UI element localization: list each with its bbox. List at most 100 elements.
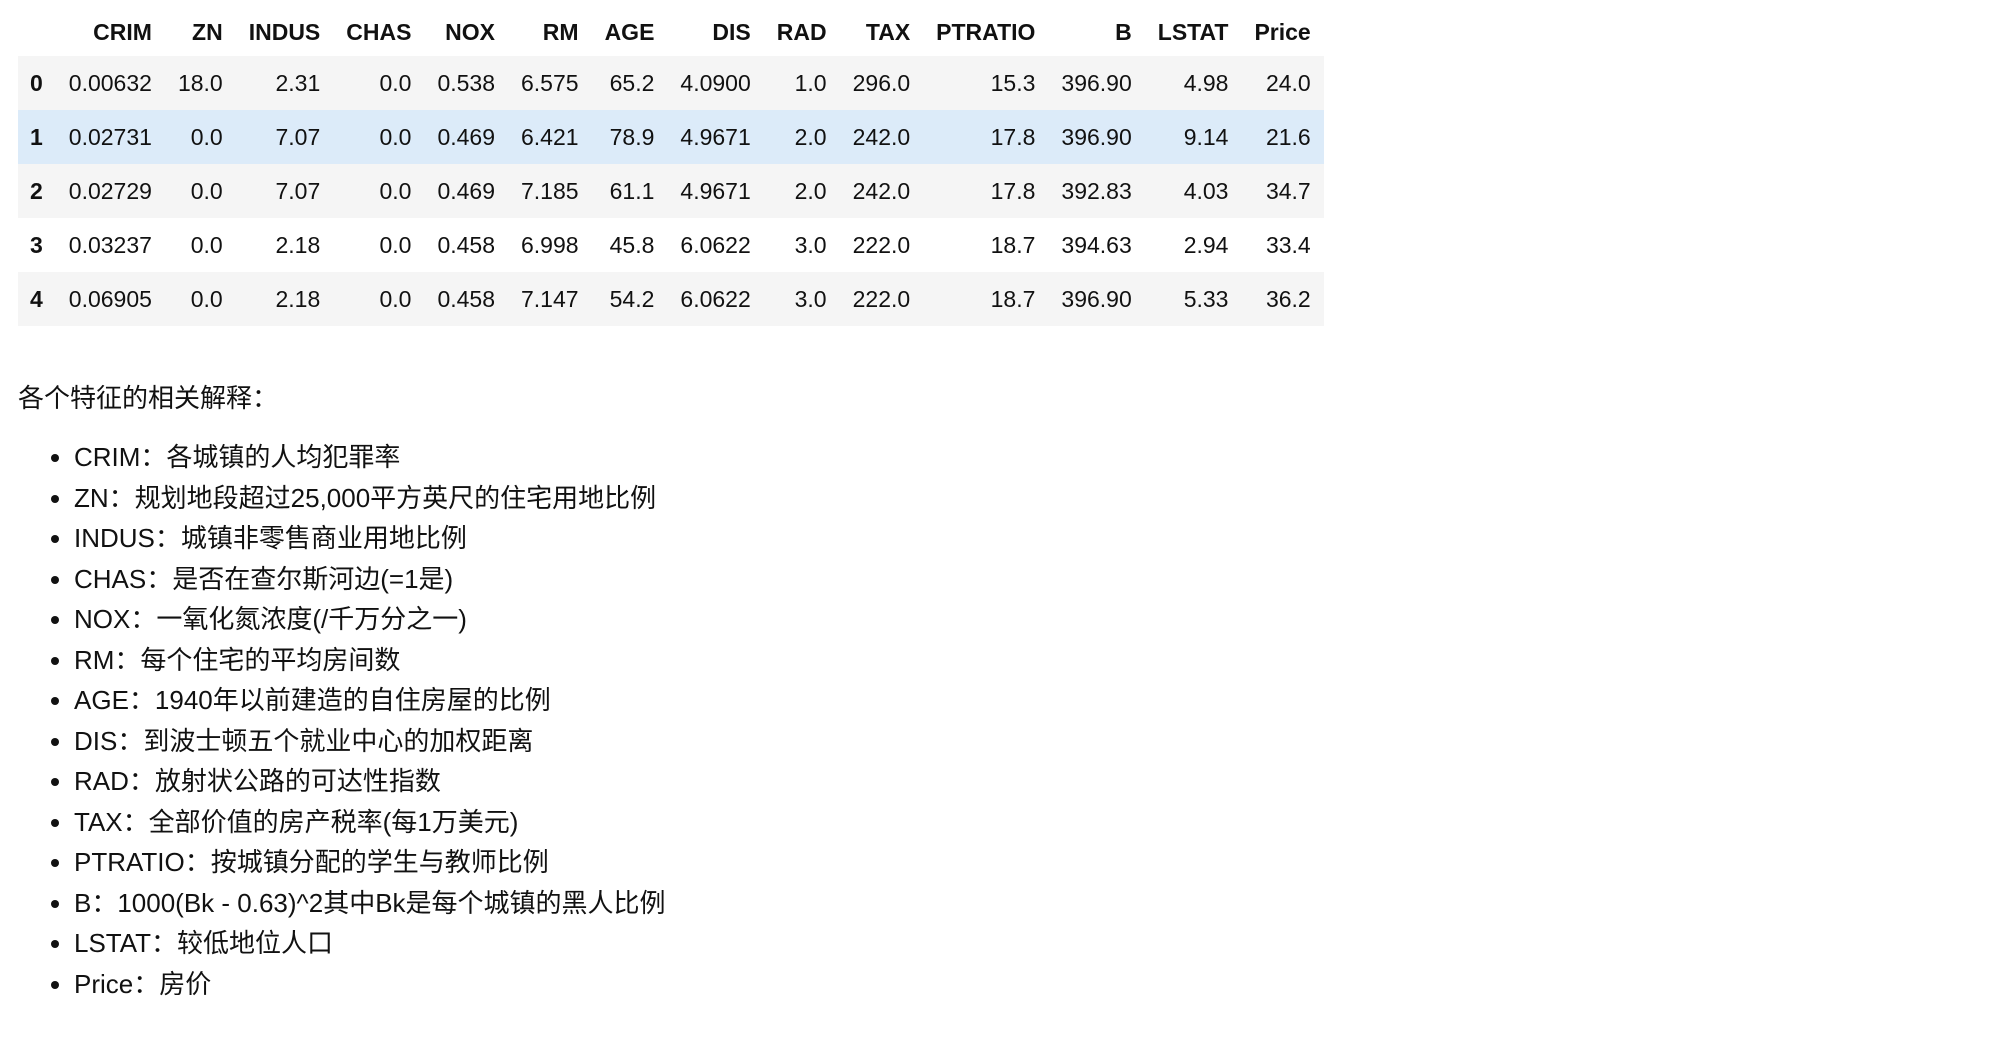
table-cell: 5.33: [1183, 285, 1229, 312]
column-header: CRIM: [93, 18, 152, 45]
feature-item: NOX：一氧化氮浓度(/千万分之一): [74, 599, 2004, 640]
feature-list: CRIM：各城镇的人均犯罪率 ZN：规划地段超过25,000平方英尺的住宅用地比…: [18, 437, 2004, 1004]
table-cell: 396.90: [1061, 69, 1132, 96]
table-cell: 2.0: [794, 123, 827, 150]
table-cell: 0.02729: [68, 177, 152, 204]
table-header: CRIM ZN INDUS CHAS NOX RM AGE DIS RAD TA…: [18, 8, 1324, 56]
table-cell: 6.0622: [680, 285, 751, 312]
table-cell: 0.0: [379, 285, 412, 312]
table-cell: 396.90: [1061, 123, 1132, 150]
table-cell: 18.0: [177, 69, 223, 96]
table-cell: 4.98: [1183, 69, 1229, 96]
table-cell: 78.9: [609, 123, 655, 150]
table-cell: 36.2: [1265, 285, 1311, 312]
table-cell: 6.998: [521, 231, 579, 258]
table-row: 3 0.03237 0.0 2.18 0.0 0.458 6.998 45.8 …: [18, 218, 1324, 272]
table-cell: 21.6: [1265, 123, 1311, 150]
table-cell: 396.90: [1061, 285, 1132, 312]
feature-item: ZN：规划地段超过25,000平方英尺的住宅用地比例: [74, 478, 2004, 519]
table-cell: 0.0: [190, 177, 223, 204]
table-cell: 0.03237: [68, 231, 152, 258]
table-cell: 4.0900: [680, 69, 751, 96]
feature-item: Price：房价: [74, 964, 2004, 1005]
table-row: 2 0.02729 0.0 7.07 0.0 0.469 7.185 61.1 …: [18, 164, 1324, 218]
table-cell: 0.0: [190, 123, 223, 150]
feature-item: DIS：到波士顿五个就业中心的加权距离: [74, 721, 2004, 762]
table-cell: 15.3: [990, 69, 1036, 96]
header-row: CRIM ZN INDUS CHAS NOX RM AGE DIS RAD TA…: [18, 8, 1324, 56]
column-header: PTRATIO: [936, 18, 1036, 45]
table-cell: 7.147: [521, 285, 579, 312]
table-cell: 7.07: [275, 123, 321, 150]
dataframe-table: CRIM ZN INDUS CHAS NOX RM AGE DIS RAD TA…: [18, 8, 1324, 326]
column-header: CHAS: [346, 18, 412, 45]
table-cell: 17.8: [990, 177, 1036, 204]
column-header: B: [1115, 18, 1132, 45]
table-cell: 0.0: [379, 231, 412, 258]
feature-item: LSTAT：较低地位人口: [74, 923, 2004, 964]
table-cell: 0.469: [437, 177, 495, 204]
column-header: DIS: [712, 18, 751, 45]
table-cell: 6.575: [521, 69, 579, 96]
row-index: 4: [30, 285, 43, 312]
table-cell: 45.8: [609, 231, 655, 258]
table-cell: 222.0: [852, 285, 911, 312]
table-cell: 65.2: [609, 69, 655, 96]
table-cell: 242.0: [852, 123, 911, 150]
table-cell: 392.83: [1061, 177, 1132, 204]
notebook-output: CRIM ZN INDUS CHAS NOX RM AGE DIS RAD TA…: [0, 8, 2004, 1004]
table-cell: 6.0622: [680, 231, 751, 258]
table-cell: 0.0: [379, 177, 412, 204]
table-cell: 0.458: [437, 285, 495, 312]
table-cell: 17.8: [990, 123, 1036, 150]
table-cell: 9.14: [1183, 123, 1229, 150]
table-row: 4 0.06905 0.0 2.18 0.0 0.458 7.147 54.2 …: [18, 272, 1324, 326]
feature-item: CHAS：是否在查尔斯河边(=1是): [74, 559, 2004, 600]
table-cell: 3.0: [794, 285, 827, 312]
table-cell: 54.2: [609, 285, 655, 312]
table-cell: 1.0: [794, 69, 827, 96]
table-cell: 0.00632: [68, 69, 152, 96]
column-header: Price: [1254, 18, 1311, 45]
table-cell: 4.9671: [680, 177, 751, 204]
table-cell: 0.06905: [68, 285, 152, 312]
table-cell: 0.458: [437, 231, 495, 258]
table-cell: 0.0: [379, 69, 412, 96]
table-cell: 2.18: [275, 231, 321, 258]
column-header: NOX: [445, 18, 495, 45]
column-header: AGE: [604, 18, 655, 45]
table-cell: 18.7: [990, 231, 1036, 258]
table-cell: 0.469: [437, 123, 495, 150]
table-cell: 7.185: [521, 177, 579, 204]
table-cell: 3.0: [794, 231, 827, 258]
table-cell: 2.18: [275, 285, 321, 312]
row-index: 3: [30, 231, 43, 258]
table-cell: 0.02731: [68, 123, 152, 150]
feature-item: RM：每个住宅的平均房间数: [74, 640, 2004, 681]
table-cell: 0.0: [190, 231, 223, 258]
column-header: INDUS: [248, 18, 321, 45]
table-row: 0 0.00632 18.0 2.31 0.0 0.538 6.575 65.2…: [18, 56, 1324, 110]
feature-item: B：1000(Bk - 0.63)^2其中Bk是每个城镇的黑人比例: [74, 883, 2004, 924]
column-header: ZN: [192, 18, 223, 45]
table-cell: 2.94: [1183, 231, 1229, 258]
table-cell: 4.9671: [680, 123, 751, 150]
index-header: [18, 8, 56, 56]
table-cell: 2.0: [794, 177, 827, 204]
table-cell: 33.4: [1265, 231, 1311, 258]
column-header: RAD: [776, 18, 827, 45]
feature-item: TAX：全部价值的房产税率(每1万美元): [74, 802, 2004, 843]
table-cell: 296.0: [852, 69, 911, 96]
table-row: 1 0.02731 0.0 7.07 0.0 0.469 6.421 78.9 …: [18, 110, 1324, 164]
table-cell: 7.07: [275, 177, 321, 204]
column-header: LSTAT: [1157, 18, 1229, 45]
table-cell: 34.7: [1265, 177, 1311, 204]
row-index: 1: [30, 123, 43, 150]
table-cell: 222.0: [852, 231, 911, 258]
table-cell: 0.0: [190, 285, 223, 312]
table-cell: 0.538: [437, 69, 495, 96]
feature-item: RAD：放射状公路的可达性指数: [74, 761, 2004, 802]
table-cell: 2.31: [275, 69, 321, 96]
feature-intro: 各个特征的相关解释：: [18, 383, 279, 413]
table-cell: 18.7: [990, 285, 1036, 312]
